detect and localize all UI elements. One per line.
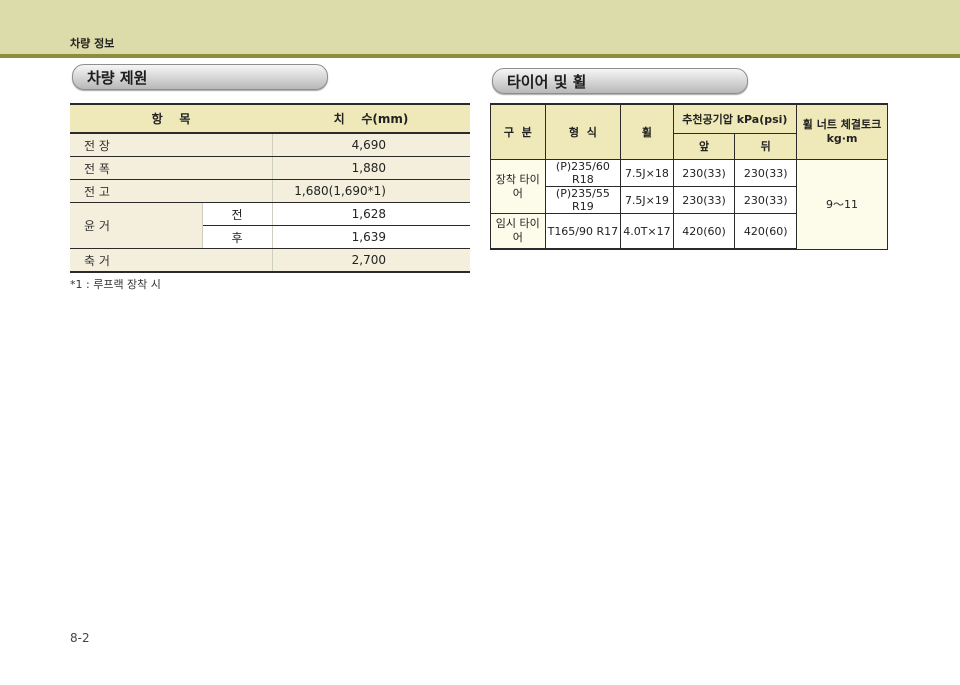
spec-row-value: 2,700	[272, 248, 470, 273]
spec-row-label: 전 폭	[70, 156, 273, 180]
header-divider	[0, 54, 960, 58]
spec-row-value: 1,880	[272, 156, 470, 180]
spec-row-wheelbase: 축 거 2,700	[70, 248, 470, 273]
tire-wheel: 7.5J×18	[620, 159, 674, 187]
tire-header-category: 구 분	[490, 103, 546, 160]
tire-table: 구 분 형 식 휠 추천공기압 kPa(psi) 휠 너트 체결토크 kg·m …	[490, 102, 888, 250]
tire-pressure-rear: 230(33)	[734, 186, 798, 214]
spec-row-height: 전 고 1,680(1,690*1)	[70, 179, 470, 203]
tire-pressure-front: 230(33)	[672, 186, 736, 214]
spec-row-value: 1,639	[272, 225, 470, 249]
tire-category-standard: 장착 타이어	[490, 159, 546, 214]
tire-section-title: 타이어 및 휠	[492, 68, 748, 94]
tire-header-type: 형 식	[544, 103, 622, 160]
tire-header-wheel: 휠	[620, 103, 674, 160]
spec-row-value: 1,628	[272, 202, 470, 226]
tire-section-title-text: 타이어 및 휠	[507, 73, 587, 91]
spec-row-value: 4,690	[272, 133, 470, 157]
tire-row-standard-18: 장착 타이어 (P)235/60 R18 7.5J×18 230(33) 230…	[490, 159, 888, 250]
spec-header-row: 항 목 치 수(mm)	[70, 103, 470, 134]
spec-section-title-text: 차량 제원	[87, 69, 148, 87]
spec-row-label: 전 고	[70, 179, 273, 203]
tire-type: (P)235/55 R19	[544, 186, 622, 214]
spec-table: 항 목 치 수(mm) 전 장 4,690 전 폭 1,880 전 고 1,68…	[70, 103, 470, 273]
spec-row-sublabel: 전	[202, 202, 273, 226]
spec-footnote: *1 : 루프랙 장착 시	[70, 278, 161, 291]
tire-wheel: 4.0T×17	[620, 213, 674, 250]
spec-row-label: 축 거	[70, 248, 273, 273]
tire-type: T165/90 R17	[544, 213, 622, 250]
section-header-title: 차량 정보	[70, 37, 115, 50]
page-number: 8-2	[70, 631, 90, 645]
tire-category-temporary: 임시 타이어	[490, 213, 546, 250]
spec-row-label: 전 장	[70, 133, 273, 157]
tire-header-front: 앞	[672, 132, 736, 161]
spec-row-value: 1,680(1,690*1)	[272, 179, 470, 203]
spec-row-tread-front: 윤 거 전 1,628	[70, 202, 470, 249]
tire-type: (P)235/60 R18	[544, 159, 622, 187]
tire-torque-value: 9～11	[796, 159, 888, 250]
tire-wheel: 7.5J×19	[620, 186, 674, 214]
spec-section-title: 차량 제원	[72, 64, 328, 90]
spec-row-sublabel: 후	[202, 225, 273, 249]
tire-header-torque: 휠 너트 체결토크 kg·m	[796, 103, 888, 160]
tire-header-pressure: 추천공기압 kPa(psi)	[672, 102, 798, 134]
header-band	[0, 0, 960, 54]
tire-pressure-rear: 420(60)	[734, 213, 798, 250]
tire-header-row-1: 구 분 형 식 휠 추천공기압 kPa(psi) 휠 너트 체결토크 kg·m	[490, 102, 888, 160]
tire-pressure-front: 420(60)	[672, 213, 736, 250]
tire-pressure-rear: 230(33)	[734, 159, 798, 187]
spec-row-width: 전 폭 1,880	[70, 156, 470, 180]
spec-row-label: 윤 거	[70, 202, 203, 249]
tire-pressure-front: 230(33)	[672, 159, 736, 187]
tire-header-rear: 뒤	[734, 132, 798, 161]
spec-row-length: 전 장 4,690	[70, 133, 470, 157]
spec-header-item: 항 목	[70, 103, 272, 134]
spec-header-dimension: 치 수(mm)	[272, 103, 470, 134]
